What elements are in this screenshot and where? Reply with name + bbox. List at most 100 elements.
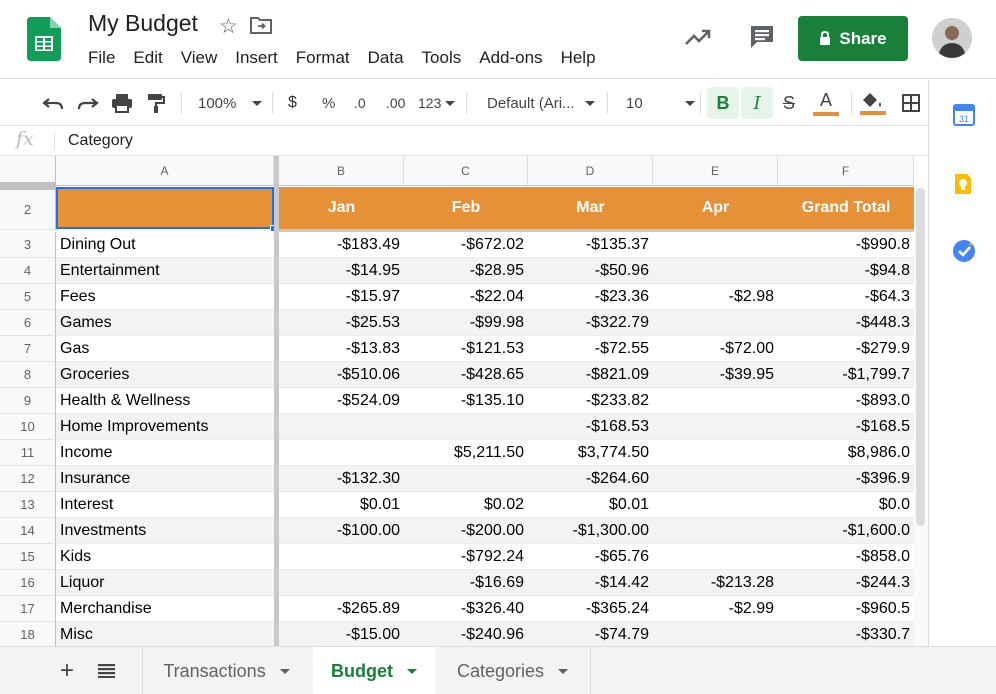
format-percent-button[interactable]: %: [322, 80, 335, 126]
cell-feb[interactable]: $0.02: [404, 492, 528, 518]
column-header-e[interactable]: E: [653, 156, 778, 186]
decrease-decimal-button[interactable]: .0: [354, 80, 366, 126]
header-cell-jan[interactable]: Jan: [279, 187, 404, 229]
cell-apr[interactable]: [653, 544, 778, 570]
cell-apr[interactable]: -$2.99: [653, 596, 778, 622]
cell-jan[interactable]: -$524.09: [279, 388, 404, 414]
paint-format-icon[interactable]: [146, 80, 166, 126]
cell-apr[interactable]: -$213.28: [653, 570, 778, 596]
cell-grand-total[interactable]: $8,986.0: [778, 440, 914, 466]
cell-mar[interactable]: -$168.53: [528, 414, 653, 440]
font-family-select[interactable]: Default (Ari...: [487, 80, 595, 126]
cell-category[interactable]: Gas: [56, 336, 274, 362]
sheets-logo-icon[interactable]: [27, 17, 61, 61]
row-header-2[interactable]: 2: [0, 186, 56, 230]
cell-jan[interactable]: [279, 440, 404, 466]
cell-feb[interactable]: -$326.40: [404, 596, 528, 622]
row-header[interactable]: 13: [0, 492, 56, 518]
cell-grand-total[interactable]: -$960.5: [778, 596, 914, 622]
menu-format[interactable]: Format: [296, 48, 350, 68]
cell-grand-total[interactable]: $0.0: [778, 492, 914, 518]
menu-help[interactable]: Help: [561, 48, 596, 68]
cell-mar[interactable]: -$264.60: [528, 466, 653, 492]
fill-color-button[interactable]: [860, 80, 886, 126]
print-icon[interactable]: [111, 80, 133, 126]
cell-feb[interactable]: -$28.95: [404, 258, 528, 284]
formula-input[interactable]: Category: [68, 132, 133, 150]
cell-grand-total[interactable]: -$330.7: [778, 622, 914, 648]
cell-jan[interactable]: -$510.06: [279, 362, 404, 388]
menu-data[interactable]: Data: [368, 48, 404, 68]
increase-decimal-button[interactable]: .00: [386, 80, 405, 126]
cell-grand-total[interactable]: -$893.0: [778, 388, 914, 414]
cell-jan[interactable]: [279, 544, 404, 570]
cell-feb[interactable]: -$22.04: [404, 284, 528, 310]
star-icon[interactable]: ☆: [219, 14, 238, 39]
row-header[interactable]: 17: [0, 596, 56, 622]
row-header[interactable]: 11: [0, 440, 56, 466]
cell-mar[interactable]: -$72.55: [528, 336, 653, 362]
user-avatar[interactable]: [932, 18, 972, 58]
cell-mar[interactable]: -$821.09: [528, 362, 653, 388]
cell-feb[interactable]: -$428.65: [404, 362, 528, 388]
cell-mar[interactable]: -$23.36: [528, 284, 653, 310]
cell-jan[interactable]: -$265.89: [279, 596, 404, 622]
cell-jan[interactable]: -$15.97: [279, 284, 404, 310]
cell-jan[interactable]: [279, 570, 404, 596]
cell-category[interactable]: Health & Wellness: [56, 388, 274, 414]
cell-grand-total[interactable]: -$448.3: [778, 310, 914, 336]
cell-feb[interactable]: -$121.53: [404, 336, 528, 362]
strikethrough-button[interactable]: S: [783, 80, 795, 126]
column-header-d[interactable]: D: [528, 156, 653, 186]
cell-mar[interactable]: $3,774.50: [528, 440, 653, 466]
cell-feb[interactable]: -$99.98: [404, 310, 528, 336]
cell-mar[interactable]: -$365.24: [528, 596, 653, 622]
cell-mar[interactable]: -$233.82: [528, 388, 653, 414]
cell-jan[interactable]: -$14.95: [279, 258, 404, 284]
row-header[interactable]: 4: [0, 258, 56, 284]
share-button[interactable]: Share: [798, 16, 908, 61]
row-header[interactable]: 6: [0, 310, 56, 336]
borders-icon[interactable]: [902, 80, 920, 126]
move-folder-icon[interactable]: [250, 16, 272, 34]
cell-category[interactable]: Fees: [56, 284, 274, 310]
header-cell-mar[interactable]: Mar: [528, 187, 653, 229]
tab-budget[interactable]: Budget: [313, 647, 435, 694]
cell-category[interactable]: Insurance: [56, 466, 274, 492]
cell-mar[interactable]: -$1,300.00: [528, 518, 653, 544]
redo-icon[interactable]: [77, 80, 99, 126]
menu-add-ons[interactable]: Add-ons: [479, 48, 542, 68]
cell-category[interactable]: Misc: [56, 622, 274, 648]
cell-feb[interactable]: [404, 466, 528, 492]
tasks-icon[interactable]: [952, 239, 976, 263]
row-header[interactable]: 7: [0, 336, 56, 362]
header-cell-category[interactable]: [56, 187, 274, 229]
activity-dashboard-icon[interactable]: [684, 26, 712, 48]
cell-category[interactable]: Groceries: [56, 362, 274, 388]
cell-jan[interactable]: -$13.83: [279, 336, 404, 362]
menu-insert[interactable]: Insert: [235, 48, 278, 68]
cell-grand-total[interactable]: -$244.3: [778, 570, 914, 596]
cell-jan[interactable]: $0.01: [279, 492, 404, 518]
row-header[interactable]: 16: [0, 570, 56, 596]
cell-apr[interactable]: -$39.95: [653, 362, 778, 388]
format-currency-button[interactable]: $: [288, 80, 297, 126]
add-sheet-icon[interactable]: +: [60, 647, 74, 694]
cell-grand-total[interactable]: -$1,600.0: [778, 518, 914, 544]
calendar-icon[interactable]: 31: [953, 102, 975, 126]
cell-category[interactable]: Entertainment: [56, 258, 274, 284]
menu-file[interactable]: File: [88, 48, 115, 68]
cell-mar[interactable]: $0.01: [528, 492, 653, 518]
column-header-f[interactable]: F: [778, 156, 914, 186]
italic-button[interactable]: I: [741, 87, 773, 119]
cell-apr[interactable]: [653, 258, 778, 284]
zoom-select[interactable]: 100%: [198, 80, 263, 126]
cell-jan[interactable]: -$15.00: [279, 622, 404, 648]
cell-feb[interactable]: -$240.96: [404, 622, 528, 648]
row-header[interactable]: 5: [0, 284, 56, 310]
cell-feb[interactable]: -$16.69: [404, 570, 528, 596]
keep-icon[interactable]: [953, 172, 973, 196]
cell-grand-total[interactable]: -$990.8: [778, 232, 914, 258]
cell-apr[interactable]: [653, 388, 778, 414]
cell-grand-total[interactable]: -$94.8: [778, 258, 914, 284]
